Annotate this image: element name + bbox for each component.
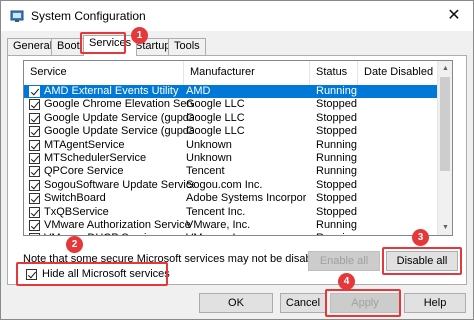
- column-status[interactable]: Status: [310, 61, 358, 85]
- service-manufacturer: Google LLC: [186, 111, 245, 124]
- service-checkbox[interactable]: [29, 126, 40, 138]
- help-button[interactable]: Help: [404, 293, 466, 313]
- service-row[interactable]: SwitchBoard Adobe Systems Incorporated Sto…: [24, 192, 438, 205]
- service-name: TxQBService: [44, 205, 109, 218]
- scroll-down-icon[interactable]: ▼: [438, 220, 452, 235]
- service-row[interactable]: AMD External Events Utility AMD Running: [24, 85, 438, 99]
- service-manufacturer: Google LLC: [186, 125, 245, 138]
- service-checkbox[interactable]: [29, 179, 40, 191]
- service-status: Running: [316, 151, 357, 164]
- service-checkbox[interactable]: [29, 166, 40, 178]
- service-row[interactable]: VMware DHCP ServiceVMware, Inc. Running: [24, 232, 438, 235]
- service-row[interactable]: SogouSoftware Update Service ... Sogou.co…: [24, 179, 438, 192]
- service-row[interactable]: QPCore Service Tencent Running: [24, 165, 438, 178]
- service-manufacturer: Adobe Systems Incorporated: [186, 192, 306, 205]
- service-name: VMware Authorization Service: [44, 218, 191, 231]
- service-status: Stopped: [316, 125, 357, 138]
- service-status: Running: [316, 232, 366, 235]
- service-manufacturer: Sogou.com Inc.: [186, 178, 263, 191]
- enable-all-button[interactable]: Enable all: [308, 251, 380, 271]
- service-name: MTAgentService: [44, 138, 125, 151]
- service-name: MTSchedulerService: [44, 151, 147, 164]
- service-name: Google Chrome Elevation Service: [44, 98, 194, 111]
- vertical-scrollbar[interactable]: ▲ ▼: [437, 61, 452, 235]
- services-panel: Service Manufacturer Status Date Disable…: [7, 55, 467, 286]
- service-row[interactable]: TxQBService Tencent Inc. Stopped: [24, 206, 438, 219]
- service-status: Stopped: [316, 98, 357, 111]
- window-title: System Configuration: [31, 9, 146, 23]
- column-manufacturer[interactable]: Manufacturer: [184, 61, 310, 85]
- service-name: VMware DHCP Service: [44, 232, 194, 235]
- services-list[interactable]: Service Manufacturer Status Date Disable…: [23, 60, 453, 236]
- ok-button[interactable]: OK: [199, 293, 273, 313]
- service-name: QPCore Service: [44, 165, 124, 178]
- apply-button[interactable]: Apply: [330, 293, 400, 313]
- step-badge-2: 2: [66, 236, 83, 253]
- service-checkbox[interactable]: [29, 112, 40, 124]
- system-configuration-window: System Configuration ✕ General Boot Serv…: [0, 0, 474, 320]
- service-row[interactable]: MTAgentService Unknown Running: [24, 139, 438, 152]
- cancel-button[interactable]: Cancel: [280, 293, 326, 313]
- step-badge-4: 4: [338, 273, 355, 290]
- service-row[interactable]: VMware Authorization Service VMware, Inc.…: [24, 219, 438, 232]
- service-manufacturer: Unknown: [186, 151, 232, 164]
- scroll-thumb[interactable]: [440, 77, 450, 171]
- service-row[interactable]: Google Chrome Elevation Service Google LL…: [24, 98, 438, 111]
- service-rows: AMD External Events Utility AMD Running Goo…: [24, 85, 438, 235]
- service-manufacturer: Google LLC: [186, 98, 245, 111]
- service-name: SwitchBoard: [44, 192, 106, 205]
- tab-boot[interactable]: Boot: [51, 38, 86, 55]
- service-name: Google Update Service (gupdate): [44, 111, 194, 124]
- hide-microsoft-services-label: Hide all Microsoft services: [42, 268, 170, 280]
- title-bar: System Configuration ✕: [1, 1, 473, 31]
- service-status: Stopped: [316, 178, 357, 191]
- column-service[interactable]: Service: [24, 61, 184, 85]
- service-checkbox[interactable]: [29, 139, 40, 151]
- disable-all-button[interactable]: Disable all: [386, 251, 458, 271]
- hide-microsoft-services-checkbox[interactable]: [26, 269, 37, 280]
- tab-services[interactable]: Services: [83, 35, 138, 56]
- service-status: Running: [316, 218, 357, 231]
- service-manufacturer: Tencent: [186, 165, 225, 178]
- secure-services-note: Note that some secure Microsoft services…: [23, 253, 330, 265]
- service-manufacturer: AMD: [186, 85, 211, 97]
- service-name: SogouSoftware Update Service ...: [44, 178, 194, 191]
- step-badge-1: 1: [131, 27, 148, 44]
- service-name: Google Update Service (gupdatem): [44, 125, 194, 138]
- step-badge-3: 3: [412, 229, 429, 246]
- service-checkbox[interactable]: [29, 99, 40, 111]
- service-checkbox[interactable]: [29, 193, 40, 205]
- tab-tools[interactable]: Tools: [168, 38, 206, 55]
- service-checkbox[interactable]: [29, 86, 40, 97]
- service-checkbox[interactable]: [29, 233, 40, 235]
- scroll-up-icon[interactable]: ▲: [438, 61, 452, 76]
- close-icon[interactable]: ✕: [441, 3, 467, 29]
- service-status: Running: [316, 85, 357, 97]
- service-status: Stopped: [316, 111, 357, 124]
- column-date-disabled[interactable]: Date Disabled: [358, 61, 438, 85]
- service-checkbox[interactable]: [29, 152, 40, 164]
- service-status: Stopped: [316, 192, 357, 205]
- service-row[interactable]: MTSchedulerService Unknown Running: [24, 152, 438, 165]
- service-checkbox[interactable]: [29, 206, 40, 218]
- service-name: AMD External Events Utility: [44, 85, 179, 97]
- system-config-icon: [10, 10, 24, 22]
- service-status: Running: [316, 165, 357, 178]
- service-manufacturer: VMware, Inc.: [186, 218, 251, 231]
- service-manufacturer: Tencent Inc.: [186, 205, 246, 218]
- service-manufacturer: Unknown: [186, 138, 232, 151]
- service-row[interactable]: Google Update Service (gupdate) Google LL…: [24, 112, 438, 125]
- service-status: Running: [316, 138, 357, 151]
- service-manufacturer: VMware, Inc.: [186, 232, 306, 235]
- service-row[interactable]: Google Update Service (gupdatem)Google L…: [24, 125, 438, 138]
- service-status: Stopped: [316, 205, 357, 218]
- service-checkbox[interactable]: [29, 219, 40, 231]
- list-header: Service Manufacturer Status Date Disable…: [24, 61, 438, 85]
